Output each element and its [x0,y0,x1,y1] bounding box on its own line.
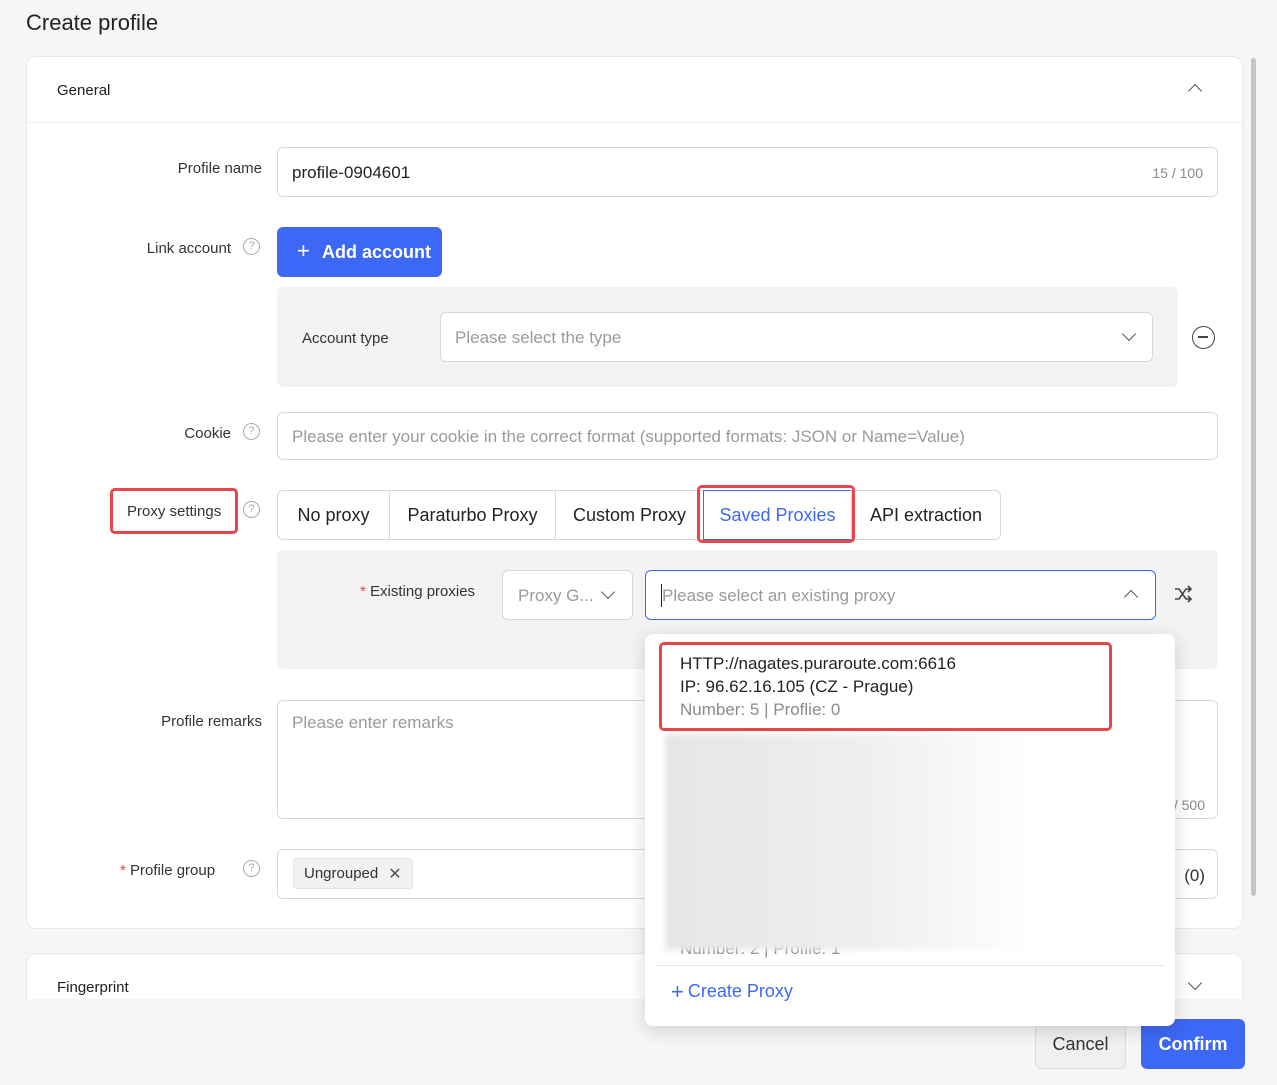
proxy-group-select-value: Proxy G... [518,586,594,605]
highlight-box [659,642,1112,731]
existing-proxy-placeholder: Please select an existing proxy [662,586,896,605]
highlight-box [110,488,238,534]
help-icon[interactable]: ? [243,860,260,877]
profile-group-tag-label: Ungrouped [304,865,379,882]
account-type-label: Account type [302,330,389,347]
required-asterisk: * [120,862,131,879]
chevron-up-icon[interactable] [1187,83,1203,99]
plus-icon: + [671,978,684,1004]
profile-remarks-placeholder: Please enter remarks [292,713,454,732]
chevron-down-icon [600,584,616,600]
divider [655,965,1165,966]
create-proxy-button[interactable]: + Create Proxy [671,978,793,1004]
add-account-button[interactable]: + Add account [277,227,442,277]
shuffle-icon[interactable] [1173,584,1193,609]
confirm-button[interactable]: Confirm [1141,1019,1245,1069]
cookie-input[interactable]: Please enter your cookie in the correct … [277,412,1218,460]
general-section-header[interactable]: General [27,57,1242,123]
cookie-placeholder: Please enter your cookie in the correct … [292,427,965,446]
highlight-box [697,485,855,543]
profile-name-counter: 15 / 100 [1152,165,1203,181]
page-title: Create profile [26,10,159,35]
cookie-label: Cookie [184,425,231,442]
tab-api-extraction[interactable]: API extraction [851,490,1001,540]
profile-group-tag: Ungrouped ✕ [293,858,413,889]
chevron-down-icon[interactable] [1187,975,1203,991]
help-icon[interactable]: ? [243,501,260,518]
cancel-button[interactable]: Cancel [1035,1019,1126,1069]
add-account-button-label: Add account [322,242,432,262]
remove-account-icon[interactable] [1192,326,1215,349]
page-scrollbar[interactable] [1251,58,1256,896]
profile-group-count: (0) [1184,866,1205,885]
profile-group-label: * Profile group [120,862,216,879]
tab-custom-proxy[interactable]: Custom Proxy [555,490,704,540]
profile-name-value: profile-0904601 [292,163,411,182]
plus-icon: + [297,238,310,263]
existing-proxy-select[interactable]: Please select an existing proxy [645,570,1156,620]
existing-proxies-label: * Existing proxies [360,583,476,600]
help-icon[interactable]: ? [243,238,260,255]
account-type-select[interactable]: Please select the type [440,312,1153,362]
profile-remarks-label: Profile remarks [161,713,262,730]
tab-no-proxy[interactable]: No proxy [277,490,390,540]
blurred-proxy-list [665,734,1035,950]
profile-remarks-counter: / 500 [1173,797,1205,813]
profile-name-label: Profile name [177,160,262,177]
account-type-placeholder: Please select the type [455,328,622,347]
link-account-label: Link account [146,240,231,257]
proxy-group-select[interactable]: Proxy G... [502,570,633,620]
required-asterisk: * [360,583,371,600]
chevron-down-icon [1121,326,1137,342]
fingerprint-section-title: Fingerprint [57,979,129,996]
help-icon[interactable]: ? [243,423,260,440]
general-section-title: General [57,82,111,99]
profile-name-input[interactable]: profile-0904601 15 / 100 [277,147,1218,197]
close-icon[interactable]: ✕ [388,864,401,884]
tab-paraturbo-proxy[interactable]: Paraturbo Proxy [389,490,556,540]
chevron-up-icon [1123,589,1139,605]
create-proxy-label: Create Proxy [687,981,793,1001]
